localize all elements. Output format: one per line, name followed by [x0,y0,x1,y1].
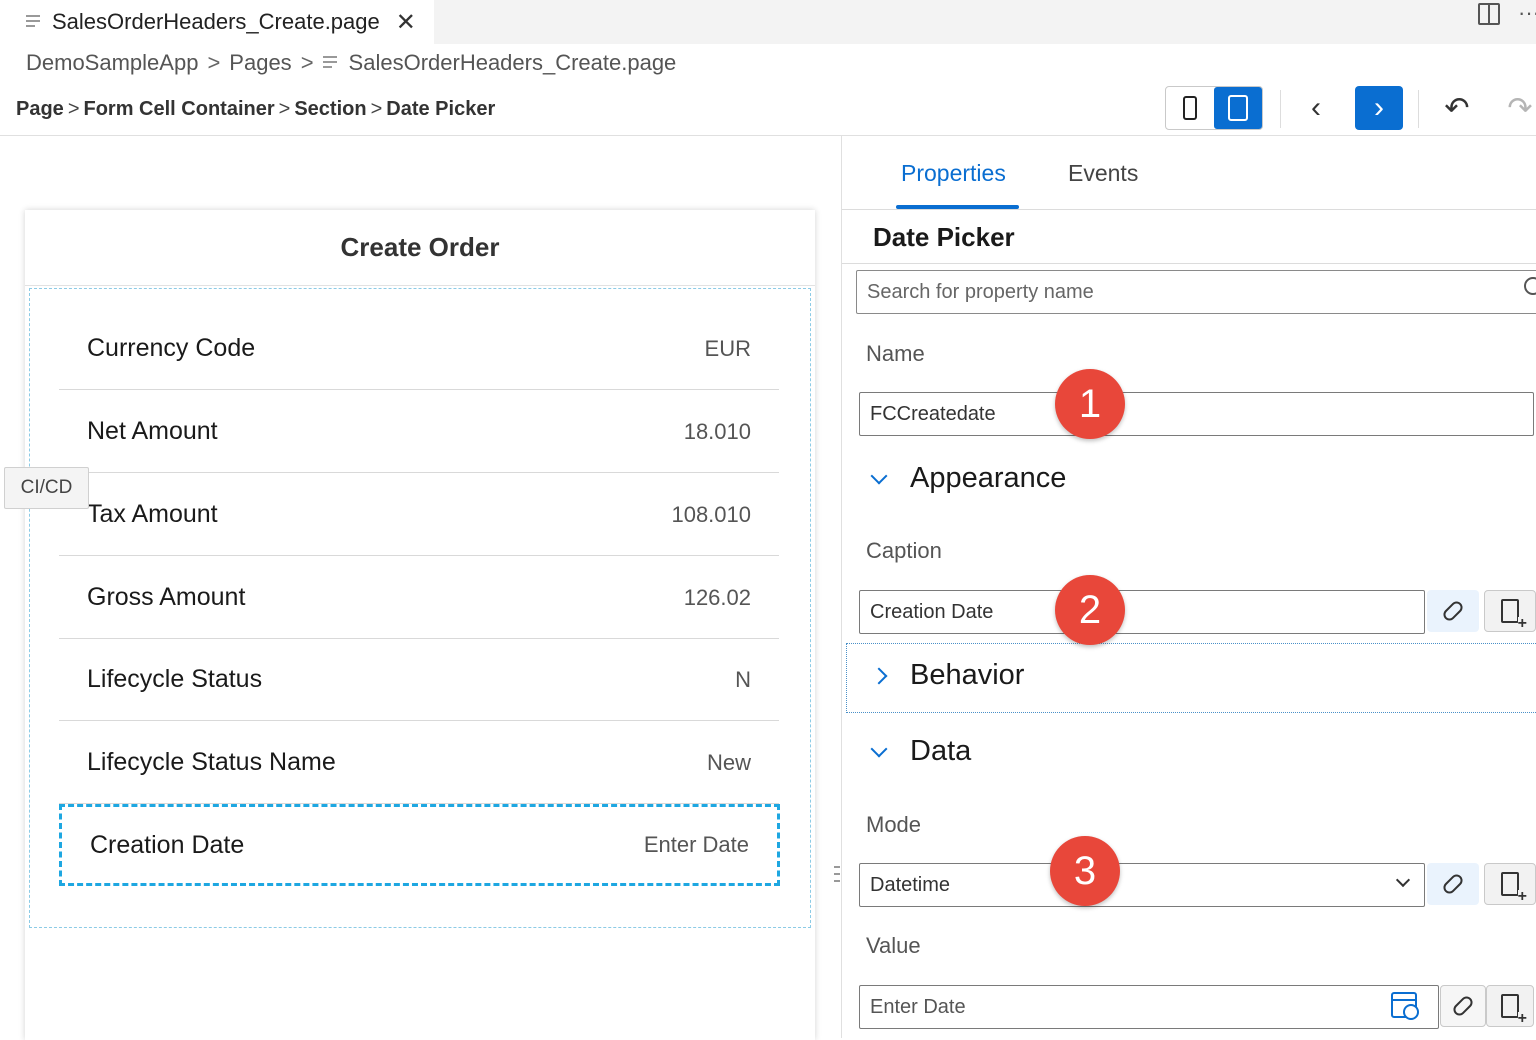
tablet-icon [1228,95,1248,121]
behavior-section-header[interactable]: Behavior [866,659,1024,692]
breadcrumb-separator-icon: > [207,50,221,75]
path-separator-icon: > [370,97,383,120]
breadcrumb-separator-icon: > [300,50,314,75]
appearance-section-header[interactable]: Appearance [866,462,1066,495]
form-cell-value: 108.010 [671,501,751,527]
link-icon [1440,871,1466,897]
form-cell-row[interactable]: Tax Amount 108.010 [59,474,779,556]
chevron-right-icon [866,667,892,684]
chevron-down-icon [866,467,892,484]
value-bind-button[interactable] [1440,985,1486,1027]
breadcrumb-item[interactable]: Pages [229,50,291,76]
path-item-date-picker[interactable]: Date Picker [386,98,495,121]
value-create-rule-button[interactable] [1486,985,1534,1027]
form-cell-value: 126.02 [683,584,751,610]
callout-badge-2: 2 [1055,575,1125,645]
form-cell-label: Tax Amount [87,500,218,528]
phone-icon [1183,96,1197,120]
link-icon [1450,993,1476,1019]
form-cell-label: Net Amount [87,417,218,445]
tab-events[interactable]: Events [1068,160,1138,187]
drag-handle-icon[interactable] [834,866,840,882]
redo-button[interactable]: ↷ [1496,86,1536,130]
control-path: Page > Form Cell Container > Section > D… [16,94,495,124]
tab-properties[interactable]: Properties [901,160,1006,187]
breadcrumb-item[interactable]: DemoSampleApp [26,50,198,76]
mode-bind-button[interactable] [1427,863,1479,905]
caption-input[interactable]: Creation Date [859,590,1425,634]
date-picker-placeholder: Enter Date [643,832,749,857]
path-separator-icon: > [67,97,80,120]
tab-title: SalesOrderHeaders_Create.page [52,9,380,34]
caption-create-rule-button[interactable] [1484,590,1536,632]
chevron-down-icon [866,740,892,757]
path-item-form-cell-container[interactable]: Form Cell Container [84,98,275,121]
path-item-page[interactable]: Page [16,98,64,121]
form-cell-value: EUR [704,335,751,361]
caption-bind-button[interactable] [1427,590,1479,632]
form-cell-label: Gross Amount [87,583,246,611]
form-cell-row[interactable]: Gross Amount 126.02 [59,557,779,639]
breadcrumb: DemoSampleApp > Pages > SalesOrderHeader… [26,48,676,78]
calendar-icon[interactable] [1391,992,1419,1020]
value-date-input[interactable]: Enter Date [859,985,1439,1029]
editor-tab-bar: SalesOrderHeaders_Create.page ✕ ··· [0,0,1536,44]
next-button[interactable]: › [1355,86,1403,130]
link-icon [1440,598,1466,624]
callout-badge-1: 1 [1055,369,1125,439]
preview-page-title: Create Order [25,210,815,286]
new-file-icon [1501,872,1527,904]
section-title: Data [910,735,972,767]
panel-title-divider [842,263,1536,264]
form-cell-label: Currency Code [87,334,256,362]
value-label: Value [866,933,921,958]
section-title: Appearance [910,462,1067,494]
breadcrumb-item[interactable]: SalesOrderHeaders_Create.page [349,50,677,76]
device-toggle [1165,86,1263,130]
name-label: Name [866,341,925,366]
cicd-tooltip[interactable]: CI/CD [4,467,89,509]
form-cell-value: N [735,666,751,692]
form-cell-row[interactable]: Net Amount 18.010 [59,391,779,473]
phone-view-button[interactable] [1166,87,1214,129]
previous-button[interactable]: ‹ [1292,86,1340,130]
form-cell-label: Creation Date [90,830,245,859]
callout-badge-3: 3 [1050,836,1120,906]
mode-select[interactable]: Datetime [859,863,1425,907]
preview-device: Create Order Currency Code EUR Net Amoun… [25,210,815,1040]
path-item-section[interactable]: Section [294,98,366,121]
split-editor-icon[interactable] [1478,3,1500,25]
name-input[interactable]: FCCreatedate [859,392,1534,436]
form-cell-label: Lifecycle Status Name [87,748,336,776]
active-tab-indicator [896,205,1019,209]
toolbar-divider [1280,90,1281,128]
tablet-view-button[interactable] [1214,87,1262,129]
search-icon [1524,277,1536,295]
path-separator-icon: > [278,97,291,120]
mode-label: Mode [866,812,922,837]
form-cell-row[interactable]: Lifecycle Status N [59,639,779,721]
close-icon[interactable]: ✕ [396,8,416,37]
more-actions-icon[interactable]: ··· [1518,0,1536,26]
form-cell-row[interactable]: Currency Code EUR [59,308,779,390]
data-section-header[interactable]: Data [866,735,971,768]
section-title: Behavior [910,659,1025,691]
undo-button[interactable]: ↶ [1433,86,1481,130]
file-lines-icon [322,56,337,70]
new-file-icon [1501,994,1527,1026]
form-cell-value: 18.010 [683,418,751,444]
form-cell-label: Lifecycle Status [87,665,263,693]
new-file-icon [1501,599,1527,631]
property-search-input[interactable] [856,270,1536,314]
caption-label: Caption [866,538,942,563]
mode-create-rule-button[interactable] [1484,863,1536,905]
pane-splitter [841,136,842,1038]
toolbar-divider [1418,90,1419,128]
form-cell-value: New [706,749,751,775]
form-cell-row[interactable]: Lifecycle Status Name New [59,722,779,804]
panel-title: Date Picker [873,222,1015,252]
file-lines-icon [26,15,40,29]
date-picker-row-selected[interactable]: Creation Date Enter Date [59,804,780,886]
editor-tab[interactable]: SalesOrderHeaders_Create.page ✕ [0,0,434,44]
